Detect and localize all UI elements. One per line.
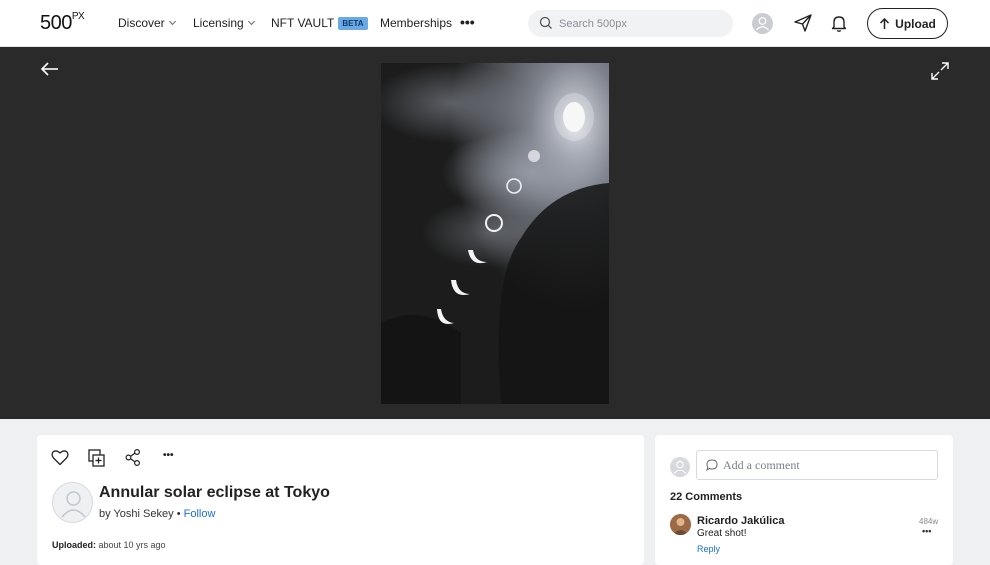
author-avatar[interactable] xyxy=(52,482,93,523)
current-user-avatar xyxy=(670,457,690,477)
logo-500px[interactable]: 500PX xyxy=(40,11,85,35)
beta-badge: BETA xyxy=(338,17,368,30)
add-to-gallery-icon[interactable] xyxy=(88,449,105,467)
by-prefix: by xyxy=(99,508,111,520)
upload-label: Upload xyxy=(895,16,936,31)
expand-icon[interactable] xyxy=(931,62,949,80)
photo-viewer xyxy=(0,47,990,419)
photo-title: Annular solar eclipse at Tokyo xyxy=(99,484,330,501)
back-arrow-icon[interactable] xyxy=(40,62,59,76)
logo-sup: PX xyxy=(71,11,85,23)
comment-author[interactable]: Ricardo Jakúlica xyxy=(697,515,784,527)
nav-memberships[interactable]: Memberships xyxy=(380,16,452,30)
comment-input-box[interactable] xyxy=(696,450,938,480)
author-name[interactable]: Yoshi Sekey xyxy=(113,508,173,520)
nav-nft-vault[interactable]: NFT VAULT BETA xyxy=(271,16,368,31)
send-icon[interactable] xyxy=(793,13,813,33)
comment-input[interactable] xyxy=(723,457,923,474)
uploaded-value: about 10 yrs ago xyxy=(98,540,166,550)
bell-icon[interactable] xyxy=(829,13,849,33)
nav-discover[interactable]: Discover xyxy=(118,16,176,30)
follow-link[interactable]: Follow xyxy=(184,508,216,520)
search-bar[interactable] xyxy=(528,10,733,37)
arrow-up-icon xyxy=(880,17,890,29)
logo-text: 500 xyxy=(40,12,72,34)
chevron-down-icon xyxy=(168,17,176,26)
top-navbar: 500PX Discover Licensing NFT VAULT BETA M… xyxy=(0,0,990,47)
nav-licensing-label: Licensing xyxy=(193,16,244,30)
reply-link[interactable]: Reply xyxy=(697,544,720,554)
user-silhouette-icon xyxy=(61,491,86,518)
user-avatar[interactable] xyxy=(752,13,773,34)
comment-time: 484w xyxy=(919,517,939,526)
comments-card: 22 Comments Ricardo Jakúlica Great shot!… xyxy=(655,435,953,565)
comment-text: Great shot! xyxy=(697,528,747,539)
search-icon xyxy=(539,16,552,29)
photo-more-button[interactable]: ••• xyxy=(163,450,174,461)
eclipse-photo[interactable] xyxy=(381,63,609,404)
photo-info-card: ••• Annular solar eclipse at Tokyo by Yo… xyxy=(37,435,644,565)
commenter-photo xyxy=(670,514,691,535)
nav-more-button[interactable]: ••• xyxy=(460,14,475,30)
nav-nft-vault-label: NFT VAULT xyxy=(271,16,335,30)
comment-more-button[interactable]: ••• xyxy=(922,526,931,536)
heart-icon[interactable] xyxy=(51,449,69,466)
nav-discover-label: Discover xyxy=(118,16,165,30)
uploaded-label: Uploaded: xyxy=(52,540,96,550)
chevron-down-icon xyxy=(247,17,255,26)
nav-memberships-label: Memberships xyxy=(380,16,453,30)
nav-licensing[interactable]: Licensing xyxy=(193,16,255,30)
share-icon[interactable] xyxy=(125,449,141,466)
user-silhouette-icon xyxy=(756,17,769,31)
comment-bubble-icon xyxy=(706,459,718,471)
upload-button[interactable]: Upload xyxy=(867,8,948,39)
search-input[interactable] xyxy=(559,14,719,33)
byline: by Yoshi Sekey • Follow xyxy=(99,508,215,520)
commenter-avatar[interactable] xyxy=(670,514,691,535)
byline-separator: • xyxy=(176,508,181,520)
comments-count: 22 Comments xyxy=(670,491,743,503)
user-silhouette-icon xyxy=(673,460,687,474)
upload-date: Uploaded: about 10 yrs ago xyxy=(52,540,166,550)
